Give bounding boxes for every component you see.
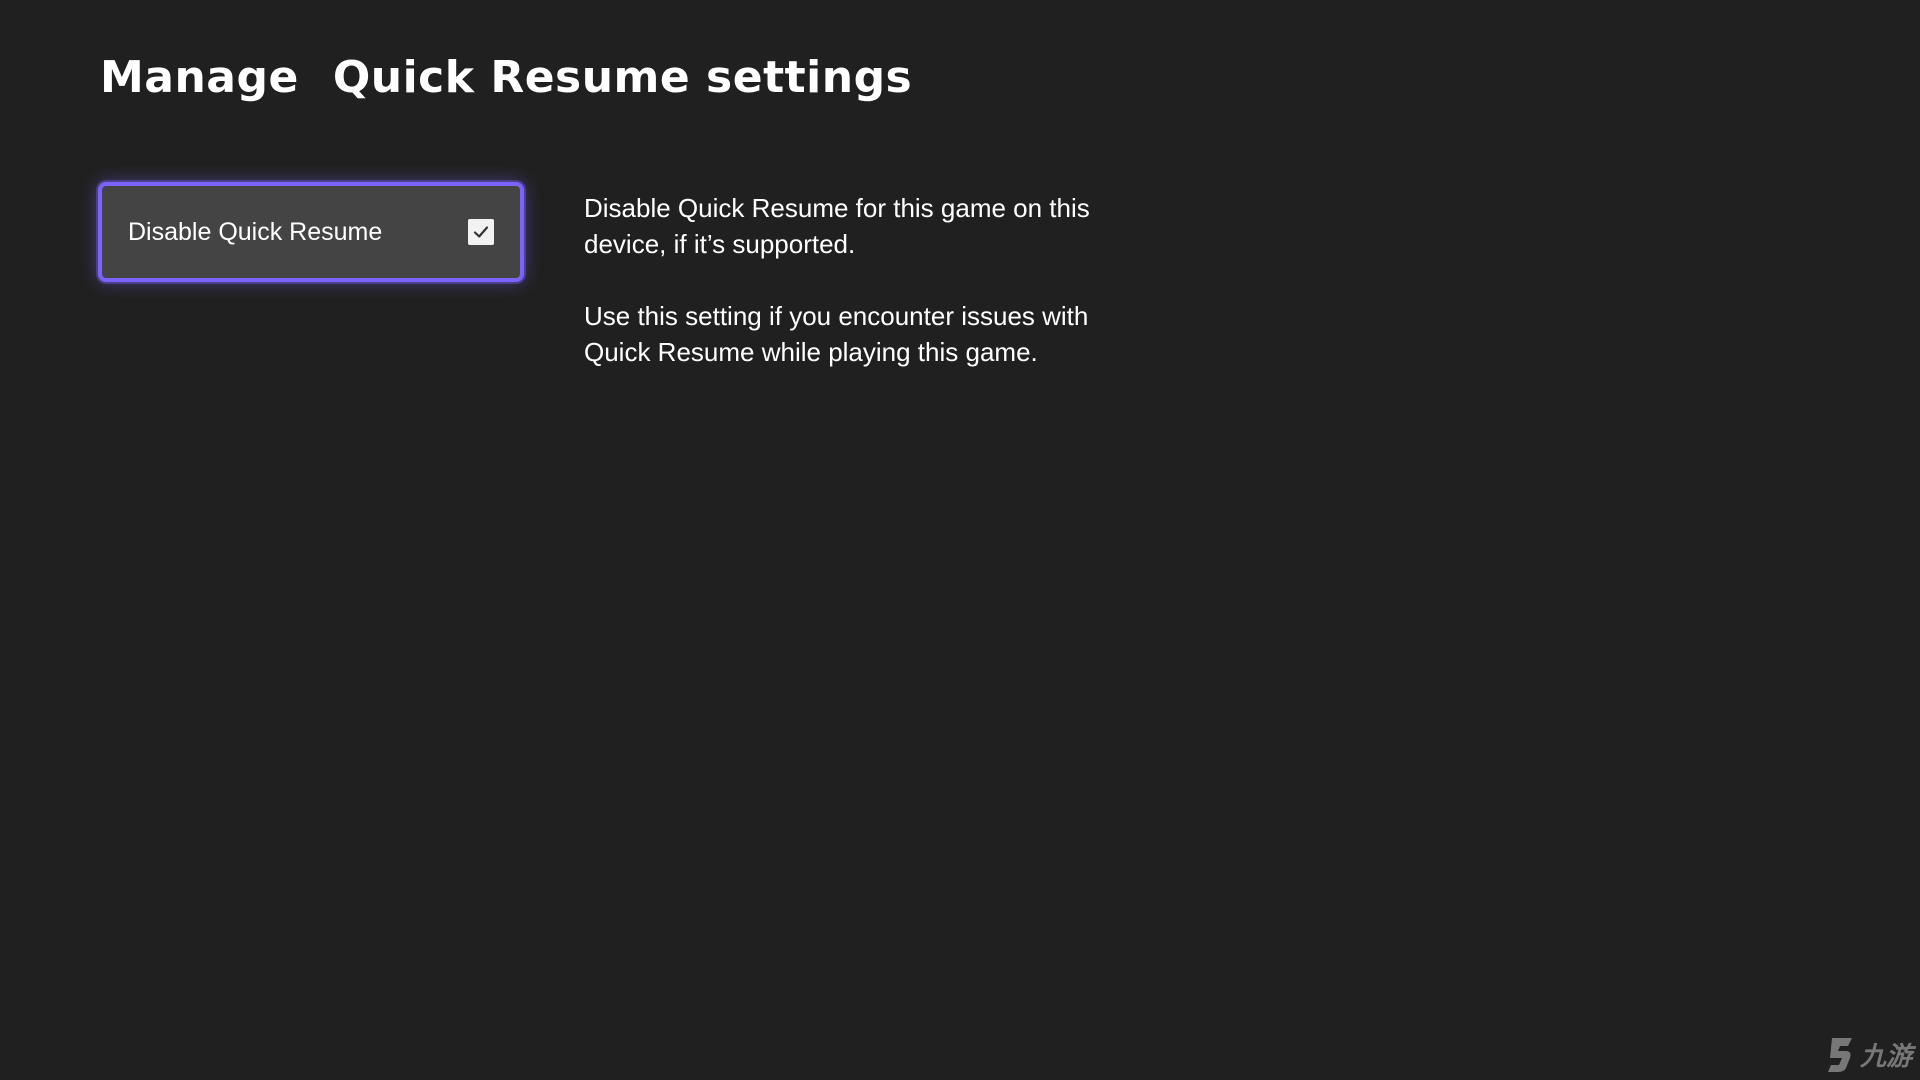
nine-game-logo-icon bbox=[1827, 1038, 1852, 1072]
watermark-text: 九游 bbox=[1859, 1042, 1912, 1072]
page-title: Manage Quick Resume settings bbox=[100, 56, 912, 100]
page-title-subject: Quick Resume settings bbox=[332, 52, 913, 103]
setting-description: Disable Quick Resume for this game on th… bbox=[584, 190, 1144, 406]
page-title-manage: Manage bbox=[100, 52, 299, 103]
watermark-logo: 九游 bbox=[1824, 1034, 1912, 1074]
description-paragraph-2: Use this setting if you encounter issues… bbox=[584, 301, 1089, 367]
description-paragraph-1: Disable Quick Resume for this game on th… bbox=[584, 193, 1090, 259]
quick-resume-settings-page: Manage Quick Resume settings Disable Qui… bbox=[0, 0, 1920, 1080]
disable-quick-resume-label: Disable Quick Resume bbox=[128, 217, 383, 246]
disable-quick-resume-toggle[interactable]: Disable Quick Resume bbox=[98, 182, 524, 282]
checkmark-icon bbox=[473, 226, 489, 238]
disable-quick-resume-checkbox[interactable] bbox=[468, 219, 494, 245]
